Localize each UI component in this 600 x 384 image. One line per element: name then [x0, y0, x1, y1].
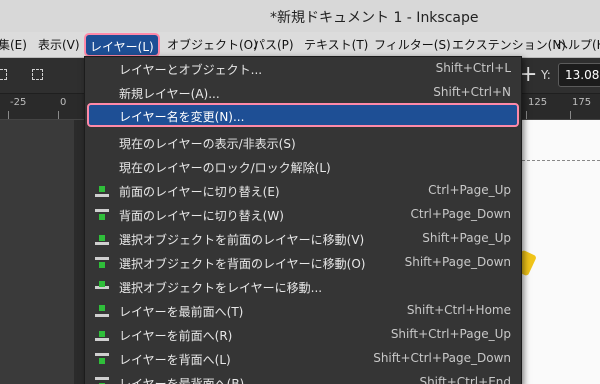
menu-item-label: レイヤーを背面へ(L) [119, 353, 231, 367]
menu-item-label: 現在のレイヤーのロック/ロック解除(L) [119, 161, 331, 175]
menu-item-label: 背面のレイヤーに切り替え(W) [119, 209, 284, 223]
menu-item-label: レイヤーを最前面へ(T) [119, 305, 244, 319]
ruler-mark [58, 111, 59, 119]
menu-extensions[interactable]: エクステンション(N) [452, 36, 566, 53]
menu-filters[interactable]: フィルター(S) [374, 36, 451, 53]
move-to-layer-below-icon [95, 257, 109, 269]
menu-layer[interactable]: レイヤー(L) [84, 33, 160, 57]
menu-view[interactable]: 表示(V) [38, 36, 80, 53]
layer-menu-dropdown: レイヤーとオブジェクト... Shift+Ctrl+L 新規レイヤー(A)...… [84, 56, 522, 384]
ruler-mark [526, 111, 527, 119]
menu-item-shortcut: Shift+Ctrl+N [433, 85, 511, 99]
menu-item-shortcut: Ctrl+Page_Up [428, 183, 511, 197]
ruler-tick-label: 125 [528, 97, 548, 108]
layer-to-bottom-icon [95, 377, 109, 384]
select-tool-icon[interactable] [0, 69, 7, 80]
menu-item-label: レイヤーとオブジェクト... [119, 63, 263, 77]
touch-select-icon[interactable] [32, 69, 43, 80]
menu-item-move-to-layer-above[interactable]: 選択オブジェクトを前面のレイヤーに移動(V) Shift+Page_Up [85, 227, 521, 251]
menu-help[interactable]: ヘルプ(H [556, 36, 600, 53]
menu-item-shortcut: Shift+Page_Down [404, 255, 511, 269]
menu-item-move-to-layer-below[interactable]: 選択オブジェクトを背面のレイヤーに移動(O) Shift+Page_Down [85, 251, 521, 275]
menu-item-rename-layer[interactable]: レイヤー名を変更(N)... [87, 103, 519, 127]
ruler-mark [570, 111, 571, 119]
menu-item-toggle-lock[interactable]: 現在のレイヤーのロック/ロック解除(L) [85, 155, 521, 179]
layer-switch-up-icon [95, 185, 109, 197]
layer-lower-icon [95, 353, 109, 365]
menu-text[interactable]: テキスト(T) [304, 36, 368, 53]
menu-path[interactable]: パス(P) [253, 36, 294, 53]
y-label: Y: [541, 68, 551, 82]
menu-item-raise-layer[interactable]: レイヤーを前面へ(R) Shift+Ctrl+Page_Up [85, 323, 521, 347]
move-to-layer-icon [95, 281, 109, 293]
menu-edit[interactable]: 集(E) [0, 36, 27, 53]
menu-item-label: 選択オブジェクトを前面のレイヤーに移動(V) [119, 233, 365, 247]
menu-item-shortcut: Ctrl+Page_Down [410, 207, 511, 221]
layer-raise-icon [95, 329, 109, 341]
menu-item-toggle-visibility[interactable]: 現在のレイヤーの表示/非表示(S) [85, 131, 521, 155]
title-bar: *新規ドキュメント 1 - Inkscape [0, 0, 600, 32]
menu-bar: 集(E) 表示(V) レイヤー(L) オブジェクト(O) パス(P) テキスト(… [0, 32, 600, 58]
menu-item-layer-to-bottom[interactable]: レイヤーを最背面へ(B) Shift+Ctrl+End [85, 371, 521, 384]
menu-item-switch-layer-above[interactable]: 前面のレイヤーに切り替え(E) Ctrl+Page_Up [85, 179, 521, 203]
menu-item-switch-layer-below[interactable]: 背面のレイヤーに切り替え(W) Ctrl+Page_Down [85, 203, 521, 227]
menu-item-label: 選択オブジェクトを背面のレイヤーに移動(O) [119, 257, 366, 271]
menu-item-label: 前面のレイヤーに切り替え(E) [119, 185, 280, 199]
ruler-tick-label: 175 [572, 97, 592, 108]
menu-item-shortcut: Shift+Ctrl+End [419, 375, 511, 384]
page-border [522, 160, 600, 161]
ruler-mark [8, 111, 9, 119]
menu-item-layer-to-top[interactable]: レイヤーを最前面へ(T) Shift+Ctrl+Home [85, 299, 521, 323]
ruler-tick-label: 0 [60, 97, 67, 108]
move-to-layer-above-icon [95, 233, 109, 245]
menu-object[interactable]: オブジェクト(O) [167, 36, 258, 53]
menu-item-layers-objects[interactable]: レイヤーとオブジェクト... Shift+Ctrl+L [85, 57, 521, 81]
menu-item-shortcut: Shift+Ctrl+Page_Up [390, 327, 511, 341]
menu-item-label: レイヤー名を変更(N)... [119, 110, 245, 124]
y-coordinate-field[interactable]: 13.083 [558, 63, 600, 87]
menu-item-label: 新規レイヤー(A)... [119, 87, 220, 101]
menu-item-lower-layer[interactable]: レイヤーを背面へ(L) Shift+Ctrl+Page_Down [85, 347, 521, 371]
menu-item-move-to-layer[interactable]: 選択オブジェクトをレイヤーに移動... [85, 275, 521, 299]
menu-item-shortcut: Shift+Ctrl+Home [406, 303, 511, 317]
window-title: *新規ドキュメント 1 - Inkscape [270, 10, 479, 26]
menu-item-shortcut: Shift+Ctrl+Page_Down [373, 351, 511, 365]
canvas-background[interactable] [0, 120, 74, 384]
menu-item-label: 現在のレイヤーの表示/非表示(S) [119, 137, 296, 151]
menu-item-shortcut: Shift+Page_Up [422, 231, 511, 245]
layer-switch-down-icon [95, 209, 109, 221]
menu-item-label: レイヤーを最背面へ(B) [119, 377, 245, 384]
layer-to-top-icon [95, 305, 109, 317]
menu-item-label: 選択オブジェクトをレイヤーに移動... [119, 281, 323, 295]
menu-item-new-layer[interactable]: 新規レイヤー(A)... Shift+Ctrl+N [85, 81, 521, 105]
menu-item-label: レイヤーを前面へ(R) [119, 329, 233, 343]
menu-item-shortcut: Shift+Ctrl+L [435, 61, 511, 75]
ruler-tick-label: -25 [10, 97, 27, 108]
